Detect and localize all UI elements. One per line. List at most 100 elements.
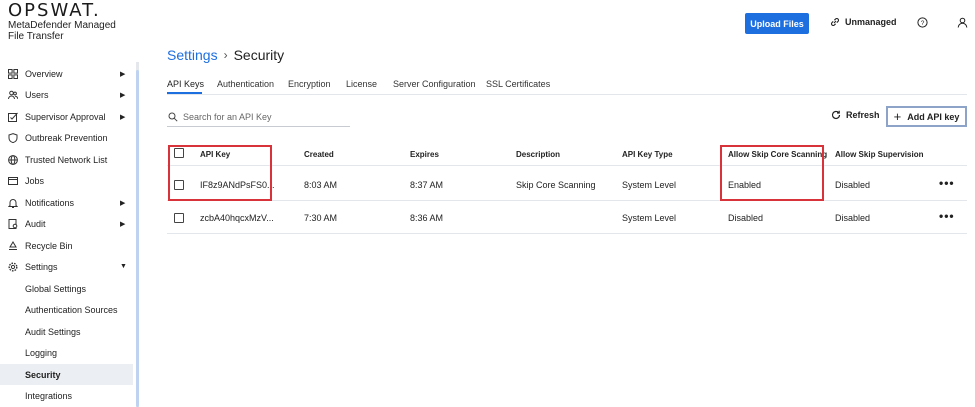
description-text: Skip Core Scanning bbox=[516, 180, 596, 190]
more-actions-icon[interactable]: ••• bbox=[939, 176, 955, 190]
table-header: API Key Created Expires Description API … bbox=[167, 144, 967, 166]
add-api-key-button[interactable]: + Add API key bbox=[886, 106, 967, 127]
tab-server-configuration[interactable]: Server Configuration bbox=[393, 79, 476, 89]
column-header-api-key-type[interactable]: API Key Type bbox=[622, 150, 673, 159]
page-title: Security bbox=[233, 47, 285, 63]
unmanaged-link[interactable]: Unmanaged bbox=[830, 17, 897, 27]
sidebar-subitem-authentication-sources[interactable]: Authentication Sources bbox=[0, 299, 133, 320]
more-actions-icon[interactable]: ••• bbox=[939, 209, 955, 223]
sidebar-item-overview[interactable]: Overview ▶ bbox=[0, 63, 133, 84]
users-icon bbox=[8, 90, 18, 100]
sidebar-item-supervisor-approval[interactable]: Supervisor Approval ▶ bbox=[0, 106, 133, 127]
sidebar-item-notifications[interactable]: Notifications ▶ bbox=[0, 192, 133, 213]
sidebar-subitem-label: Integrations bbox=[25, 390, 73, 401]
sidebar-subitem-label: Security bbox=[25, 369, 61, 380]
api-key-type: System Level bbox=[622, 213, 677, 223]
sidebar-item-recycle-bin[interactable]: Recycle Bin bbox=[0, 235, 133, 256]
tab-authentication[interactable]: Authentication bbox=[217, 79, 274, 89]
opswat-logo: OPSWAT. bbox=[8, 0, 101, 21]
sidebar-item-label: Jobs bbox=[25, 175, 45, 186]
column-header-description[interactable]: Description bbox=[516, 150, 560, 159]
column-header-allow-skip-supervision[interactable]: Allow Skip Supervision bbox=[835, 150, 923, 159]
sidebar-subitem-audit-settings[interactable]: Audit Settings bbox=[0, 321, 133, 342]
sidebar-scrollbar-thumb[interactable] bbox=[136, 70, 139, 407]
shield-icon bbox=[8, 132, 18, 143]
sidebar-item-label: Notifications bbox=[25, 197, 75, 208]
created-time: 7:30 AM bbox=[304, 213, 338, 223]
search-box bbox=[167, 109, 350, 127]
chevron-right-icon: ▶ bbox=[120, 220, 126, 228]
table-row[interactable]: IF8z9ANdPsFS0... 8:03 AM 8:37 AM Skip Co… bbox=[167, 167, 967, 201]
highlight-box-api-key bbox=[168, 145, 272, 201]
recycle-icon bbox=[8, 240, 18, 251]
add-api-key-label: Add API key bbox=[907, 111, 960, 122]
tab-encryption[interactable]: Encryption bbox=[288, 79, 331, 89]
api-key-value[interactable]: zcbA40hqcxMzV... bbox=[200, 213, 274, 223]
sidebar-subitem-label: Global Settings bbox=[25, 283, 87, 294]
skip-supervision-status: Disabled bbox=[835, 213, 871, 223]
tab-license[interactable]: License bbox=[346, 79, 377, 89]
sidebar-item-users[interactable]: Users ▶ bbox=[0, 84, 133, 105]
sidebar-subitem-label: Authentication Sources bbox=[25, 304, 118, 315]
sidebar-subitem-integrations[interactable]: Integrations bbox=[0, 385, 133, 406]
sidebar-subitem-global-settings[interactable]: Global Settings bbox=[0, 278, 133, 299]
refresh-button[interactable]: Refresh bbox=[831, 110, 880, 120]
bell-icon bbox=[8, 198, 18, 208]
sidebar-item-label: Settings bbox=[25, 261, 58, 272]
sidebar-subitem-label: Audit Settings bbox=[25, 326, 81, 337]
refresh-icon bbox=[831, 110, 841, 120]
tabs-divider bbox=[167, 94, 967, 95]
highlight-box-skip-core-scanning bbox=[720, 145, 824, 201]
link-icon bbox=[830, 17, 840, 27]
sidebar-item-label: Trusted Network List bbox=[25, 154, 108, 165]
sidebar-subitem-security[interactable]: Security bbox=[0, 364, 133, 385]
sidebar-item-label: Overview bbox=[25, 68, 63, 79]
audit-icon bbox=[8, 218, 18, 229]
table-row[interactable]: zcbA40hqcxMzV... 7:30 AM 8:36 AM System … bbox=[167, 201, 967, 234]
user-icon[interactable] bbox=[956, 16, 968, 28]
column-header-expires[interactable]: Expires bbox=[410, 150, 439, 159]
skip-core-scanning-status: Disabled bbox=[728, 213, 764, 223]
row-checkbox[interactable] bbox=[174, 213, 184, 223]
skip-supervision-status: Disabled bbox=[835, 180, 871, 190]
approval-icon bbox=[8, 112, 18, 122]
product-name-line1: MetaDefender Managed bbox=[8, 20, 116, 31]
expires-time: 8:36 AM bbox=[410, 213, 444, 223]
product-name-line2: File Transfer bbox=[8, 31, 64, 42]
product-name: MetaDefender Managed File Transfer bbox=[8, 20, 116, 42]
breadcrumb-settings-link[interactable]: Settings bbox=[167, 47, 218, 63]
grid-icon bbox=[8, 68, 18, 79]
gear-icon bbox=[8, 262, 18, 272]
chevron-right-icon: ▶ bbox=[120, 113, 126, 121]
search-icon bbox=[168, 112, 178, 122]
tab-api-keys[interactable]: API Keys bbox=[167, 79, 204, 89]
svg-text:?: ? bbox=[920, 20, 924, 27]
sidebar-item-label: Outbreak Prevention bbox=[25, 132, 108, 143]
brand-logo[interactable]: OPSWAT. MetaDefender Managed File Transf… bbox=[8, 0, 116, 43]
help-circle-icon[interactable]: ? bbox=[916, 16, 928, 28]
breadcrumb: Settings › Security bbox=[167, 47, 284, 63]
sidebar-item-audit[interactable]: Audit ▶ bbox=[0, 213, 133, 234]
sidebar-item-settings[interactable]: Settings ▼ bbox=[0, 256, 133, 277]
sidebar-item-jobs[interactable]: Jobs bbox=[0, 170, 133, 191]
search-input[interactable] bbox=[183, 109, 343, 125]
unmanaged-label: Unmanaged bbox=[845, 17, 897, 27]
sidebar-item-trusted-network-list[interactable]: Trusted Network List bbox=[0, 149, 133, 170]
chevron-down-icon: ▼ bbox=[120, 263, 127, 270]
sidebar-subitem-label: Logging bbox=[25, 347, 58, 358]
chevron-right-icon: ▶ bbox=[120, 199, 126, 207]
chevron-right-icon: ▶ bbox=[120, 70, 126, 78]
column-header-created[interactable]: Created bbox=[304, 150, 334, 159]
app-root: OPSWAT. MetaDefender Managed File Transf… bbox=[0, 0, 975, 407]
breadcrumb-separator: › bbox=[223, 48, 228, 62]
expires-time: 8:37 AM bbox=[410, 180, 444, 190]
sidebar-subitem-logging[interactable]: Logging bbox=[0, 342, 133, 363]
tab-ssl-certificates[interactable]: SSL Certificates bbox=[486, 79, 550, 89]
upload-files-button[interactable]: Upload Files bbox=[745, 13, 809, 34]
sidebar: Overview ▶ Users ▶ Supervisor Approval ▶… bbox=[0, 62, 135, 407]
sidebar-item-outbreak-prevention[interactable]: Outbreak Prevention bbox=[0, 127, 133, 148]
created-time: 8:03 AM bbox=[304, 180, 338, 190]
sidebar-item-label: Recycle Bin bbox=[25, 240, 73, 251]
sidebar-item-label: Supervisor Approval bbox=[25, 111, 106, 122]
jobs-icon bbox=[8, 176, 18, 186]
